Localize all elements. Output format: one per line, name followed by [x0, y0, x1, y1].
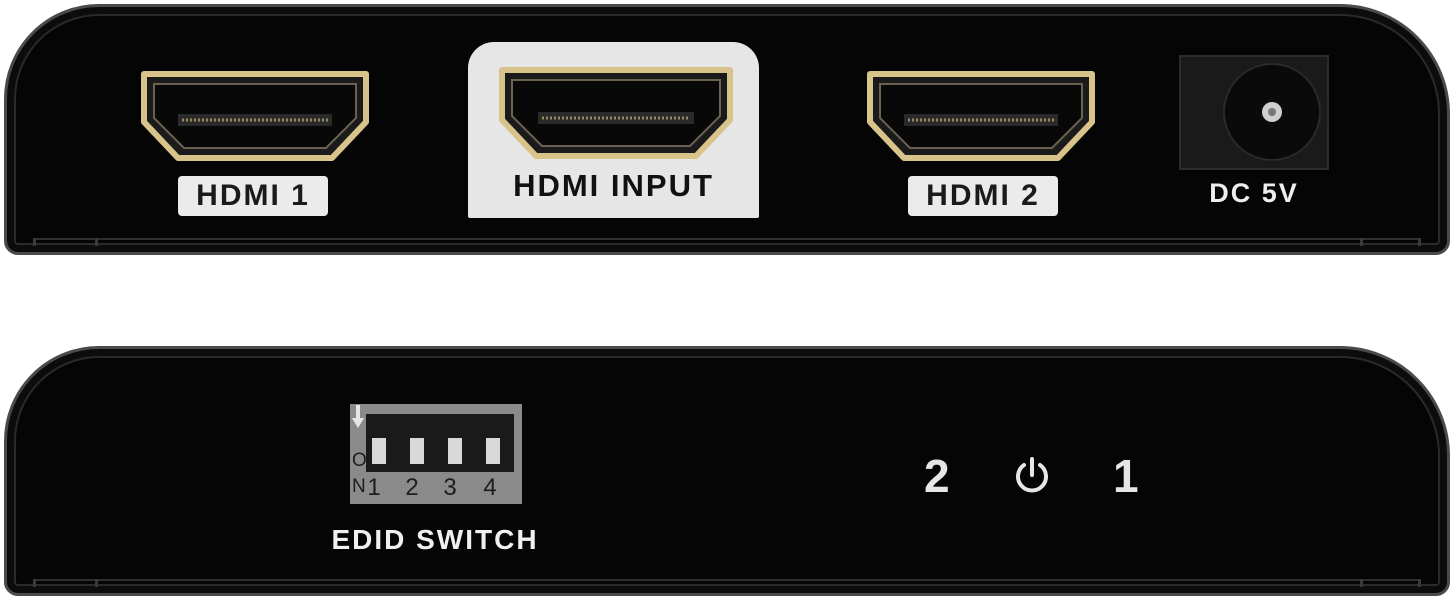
front-foot-notch — [95, 579, 98, 587]
arrow-down-icon — [352, 405, 364, 428]
rear-foot-notch — [95, 238, 98, 246]
front-foot-notch-left — [33, 579, 36, 587]
hdmi-1-port[interactable] — [140, 70, 370, 162]
power-icon — [1016, 457, 1048, 493]
edid-dip-switch[interactable]: ON 1 2 3 4 — [350, 404, 522, 504]
hdmi-input-port[interactable] — [498, 66, 734, 160]
hdmi-input-label: HDMI INPUT — [513, 168, 714, 203]
dip-number-4: 4 — [483, 474, 497, 501]
dip-number-3: 3 — [443, 474, 457, 501]
edid-switch-label: EDID SWITCH — [331, 524, 539, 555]
dip-switch-window — [366, 414, 514, 472]
led-2-label: 2 — [924, 450, 950, 502]
dip-toggle-4[interactable] — [486, 438, 500, 464]
hdmi-2-port[interactable] — [866, 70, 1096, 162]
rear-foot-notch — [1360, 238, 1363, 246]
dip-number-2: 2 — [405, 474, 419, 501]
front-foot-notch — [1360, 579, 1363, 587]
dc-jack-socket-icon — [1223, 63, 1321, 161]
dip-toggle-3[interactable] — [448, 438, 462, 464]
front-foot-notch-right — [1418, 579, 1421, 587]
dip-toggle-2[interactable] — [410, 438, 424, 464]
rear-panel-foot — [35, 238, 1419, 240]
rear-foot-notch-right — [1418, 238, 1421, 246]
rear-foot-notch-left — [33, 238, 36, 246]
hdmi-1-label: HDMI 1 — [178, 176, 328, 216]
dip-toggle-1[interactable] — [372, 438, 386, 464]
dc-5v-label: DC 5V — [1209, 178, 1299, 208]
front-panel-foot — [35, 579, 1419, 581]
hdmi-2-label: HDMI 2 — [908, 176, 1058, 216]
dc-power-jack[interactable] — [1179, 55, 1329, 170]
led-1-label: 1 — [1113, 450, 1139, 502]
front-panel — [4, 346, 1450, 596]
dip-number-1: 1 — [367, 474, 381, 501]
